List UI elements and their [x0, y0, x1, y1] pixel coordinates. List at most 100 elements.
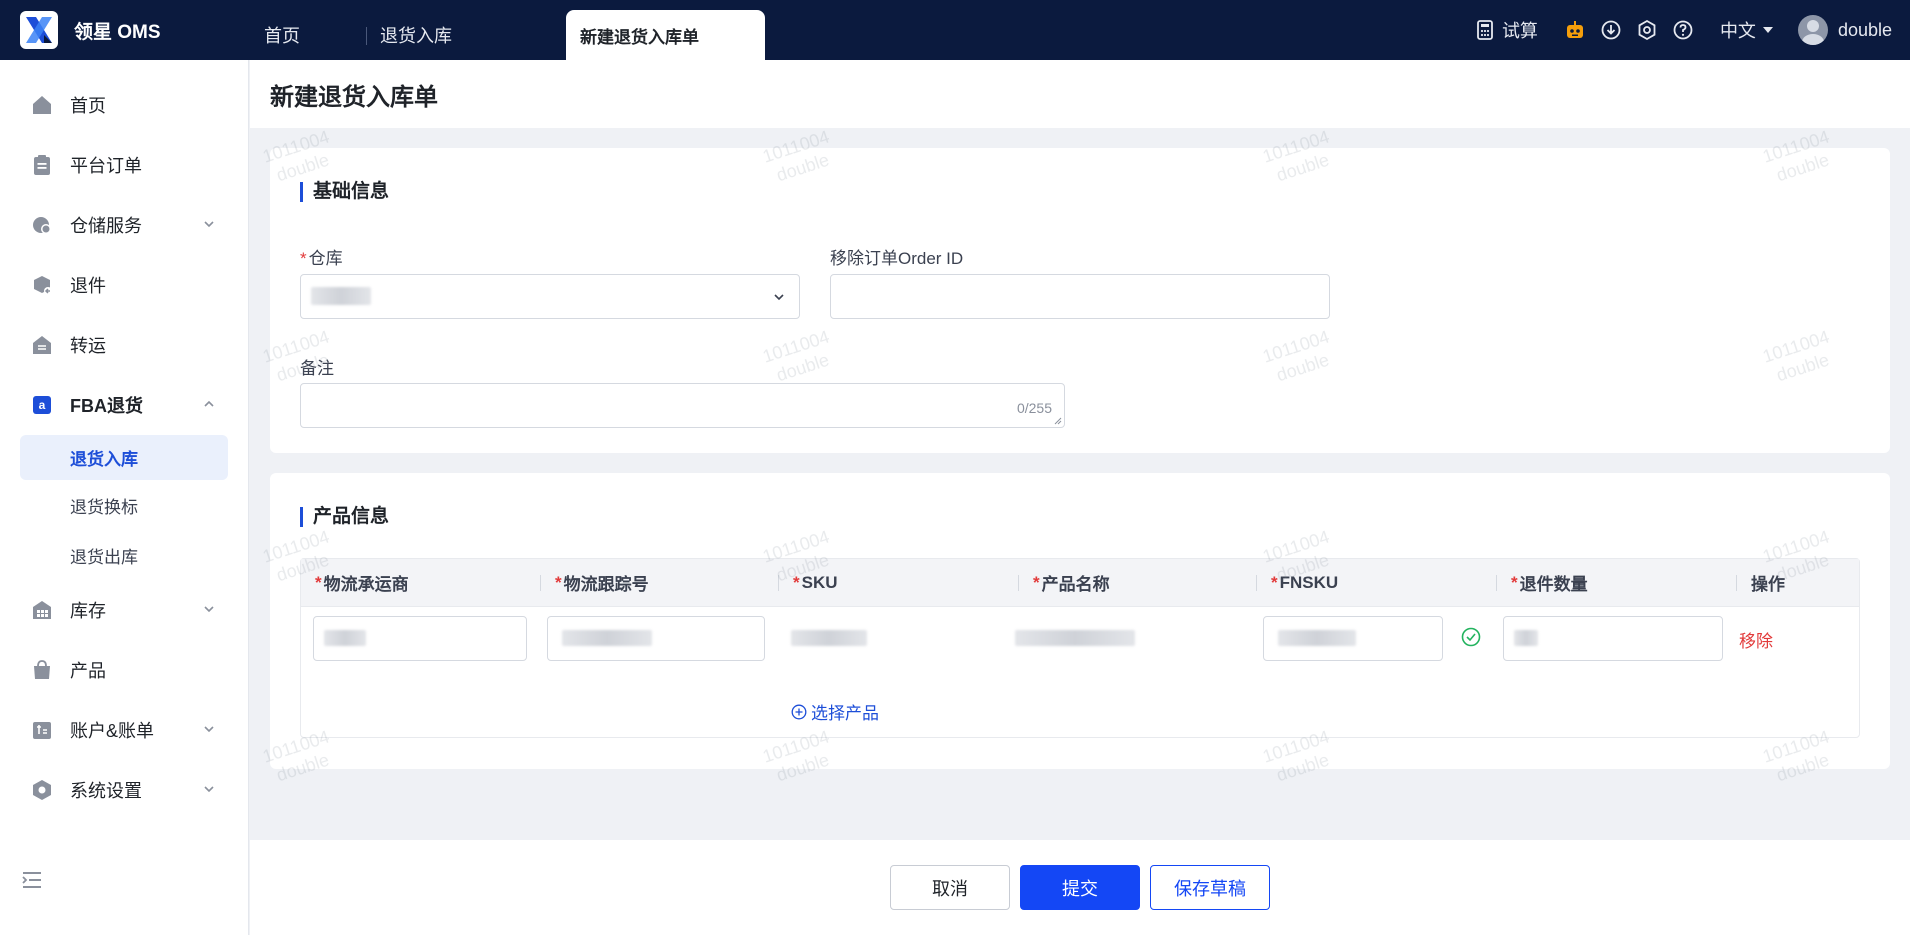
carrier-input[interactable]	[313, 616, 527, 661]
redacted-value	[324, 630, 366, 646]
download-icon	[1601, 20, 1621, 40]
caret-down-icon	[1762, 27, 1773, 33]
sidebar-item-account-billing[interactable]: 账户&账单	[0, 700, 248, 760]
select-product-label: 选择产品	[811, 704, 879, 723]
remove-row-link[interactable]: 移除	[1739, 627, 1773, 652]
return-box-icon	[30, 273, 54, 297]
product-info-title: 产品信息	[300, 507, 389, 527]
remark-counter: 0/255	[1016, 400, 1052, 416]
download-button[interactable]	[1600, 19, 1622, 41]
column-sku: * SKU	[779, 559, 1019, 607]
sidebar-subitem-return-outbound[interactable]: 退货出库	[0, 530, 248, 580]
product-table: * 物流承运商 * 物流跟踪号 * SKU * 产品名称 * FNSKU * 退件数量 操作	[300, 558, 1860, 738]
table-header: * 物流承运商 * 物流跟踪号 * SKU * 产品名称 * FNSKU * 退件数量 操作	[301, 559, 1859, 607]
header-toolbar: 试算 中文 double	[1454, 0, 1910, 60]
avatar	[1797, 15, 1828, 45]
username: double	[1837, 19, 1892, 40]
submit-button[interactable]: 提交	[1020, 865, 1140, 910]
tab-home[interactable]: 首页	[250, 10, 366, 60]
redacted-value	[311, 287, 371, 305]
sidebar-item-label: 首页	[70, 96, 106, 116]
column-product-name: * 产品名称	[1019, 559, 1257, 607]
sidebar-item-label: 库存	[70, 601, 106, 621]
chevron-down-icon	[204, 606, 214, 613]
plus-circle-icon	[791, 704, 807, 719]
top-bar: 领星 OMS 首页 退货入库 新建退货入库单 试算 中文 double	[0, 0, 1910, 60]
form-footer: 取消 提交 保存草稿	[250, 840, 1910, 935]
column-tracking-number: * 物流跟踪号	[541, 559, 779, 607]
sidebar-item-home[interactable]: 首页	[0, 75, 248, 135]
warehouse-service-icon	[30, 213, 54, 237]
cancel-button[interactable]: 取消	[890, 865, 1010, 910]
collapse-sidebar-icon[interactable]	[22, 871, 42, 889]
tab-bar: 首页 退货入库 新建退货入库单	[250, 0, 765, 60]
help-icon	[1673, 20, 1693, 40]
basic-info-card: 基础信息 * 仓库 移除订单Order ID 备注 0/255	[270, 148, 1890, 453]
gear-icon	[1638, 19, 1656, 41]
sidebar-item-transfer[interactable]: 转运	[0, 315, 248, 375]
sidebar-subitem-return-relabel[interactable]: 退货换标	[0, 480, 248, 530]
robot-assistant-button[interactable]	[1564, 19, 1586, 41]
logo-mark-icon	[20, 11, 58, 49]
redacted-value	[1514, 630, 1538, 646]
transfer-icon	[30, 333, 54, 357]
tracking-number-input[interactable]	[547, 616, 765, 661]
svg-text:a: a	[39, 398, 46, 412]
sidebar-item-platform-orders[interactable]: 平台订单	[0, 135, 248, 195]
bill-icon	[30, 718, 54, 742]
sku-value-redacted	[791, 630, 867, 646]
removal-order-id-input[interactable]	[830, 274, 1330, 319]
warehouse-select[interactable]	[300, 274, 800, 319]
chevron-down-icon	[204, 221, 214, 228]
user-menu[interactable]: double	[1797, 15, 1892, 45]
language-dropdown[interactable]: 中文	[1720, 17, 1774, 43]
redacted-value	[562, 630, 652, 646]
sidebar-item-fba-returns[interactable]: a FBA退货	[0, 375, 248, 435]
sidebar-item-label: 仓储服务	[70, 216, 142, 236]
warehouse-label-text: 仓库	[308, 249, 343, 268]
return-quantity-input[interactable]	[1503, 616, 1723, 661]
logo[interactable]: 领星 OMS	[0, 11, 250, 49]
column-actions: 操作	[1751, 575, 1785, 594]
chevron-up-icon	[204, 400, 214, 407]
sidebar-item-label: FBA退货	[70, 396, 143, 416]
sidebar-item-label: 转运	[70, 336, 106, 356]
sidebar-item-warehouse-service[interactable]: 仓储服务	[0, 195, 248, 255]
home-icon	[30, 93, 54, 117]
help-button[interactable]	[1672, 19, 1694, 41]
sidebar-subitem-return-inbound[interactable]: 退货入库	[20, 435, 228, 480]
product-bag-icon	[30, 658, 54, 682]
resize-handle-icon[interactable]	[1054, 417, 1062, 425]
robot-icon	[1566, 21, 1583, 38]
column-return-quantity: * 退件数量	[1497, 559, 1737, 607]
inventory-icon	[30, 598, 54, 622]
chevron-down-icon	[204, 786, 214, 793]
language-label: 中文	[1719, 21, 1756, 41]
check-circle-icon	[1461, 627, 1481, 647]
sidebar-item-returns[interactable]: 退件	[0, 255, 248, 315]
settings-button[interactable]	[1636, 19, 1658, 41]
remark-textarea[interactable]: 0/255	[300, 383, 1065, 428]
tab-return-inbound[interactable]: 退货入库	[366, 10, 566, 60]
calculator-label: 试算	[1501, 21, 1538, 41]
calculator-button[interactable]: 试算	[1474, 17, 1538, 43]
sidebar-item-inventory[interactable]: 库存	[0, 580, 248, 640]
select-product-button[interactable]: 选择产品	[791, 699, 879, 724]
sidebar-item-products[interactable]: 产品	[0, 640, 248, 700]
settings-hex-icon	[30, 778, 54, 802]
product-info-card: 产品信息 * 物流承运商 * 物流跟踪号 * SKU * 产品名称 * FNSKU * 退件…	[270, 473, 1890, 769]
chevron-down-icon	[774, 294, 784, 301]
sidebar-item-system-settings[interactable]: 系统设置	[0, 760, 248, 820]
sidebar-item-label: 退件	[70, 276, 106, 296]
remark-label: 备注	[300, 359, 334, 378]
fnsku-input[interactable]	[1263, 616, 1443, 661]
page-header: 新建退货入库单	[250, 60, 1910, 128]
page-title: 新建退货入库单	[270, 83, 438, 111]
product-name-value-redacted	[1015, 630, 1135, 646]
sidebar-item-label: 平台订单	[70, 156, 142, 176]
warehouse-label: * 仓库	[300, 244, 343, 269]
save-draft-button[interactable]: 保存草稿	[1150, 865, 1270, 910]
sidebar-item-label: 账户&账单	[70, 721, 155, 741]
tab-new-return-inbound[interactable]: 新建退货入库单	[566, 10, 765, 60]
redacted-value	[1278, 630, 1356, 646]
